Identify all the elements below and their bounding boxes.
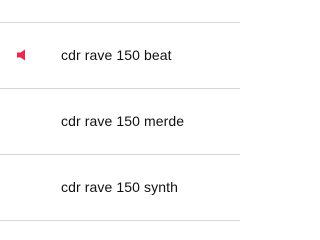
- speaker-icon: [17, 49, 25, 61]
- track-list: cdr rave 150 beat cdr rave 150 merde cdr…: [0, 0, 240, 240]
- track-row[interactable]: cdr rave 150 merde: [0, 89, 240, 153]
- track-row[interactable]: cdr rave 150 synth: [0, 155, 240, 219]
- track-row[interactable]: cdr rave 150 beat: [0, 23, 240, 87]
- divider: [0, 220, 240, 221]
- track-title: cdr rave 150 merde: [61, 113, 185, 129]
- track-title: cdr rave 150 synth: [61, 179, 178, 195]
- track-title: cdr rave 150 beat: [61, 47, 172, 63]
